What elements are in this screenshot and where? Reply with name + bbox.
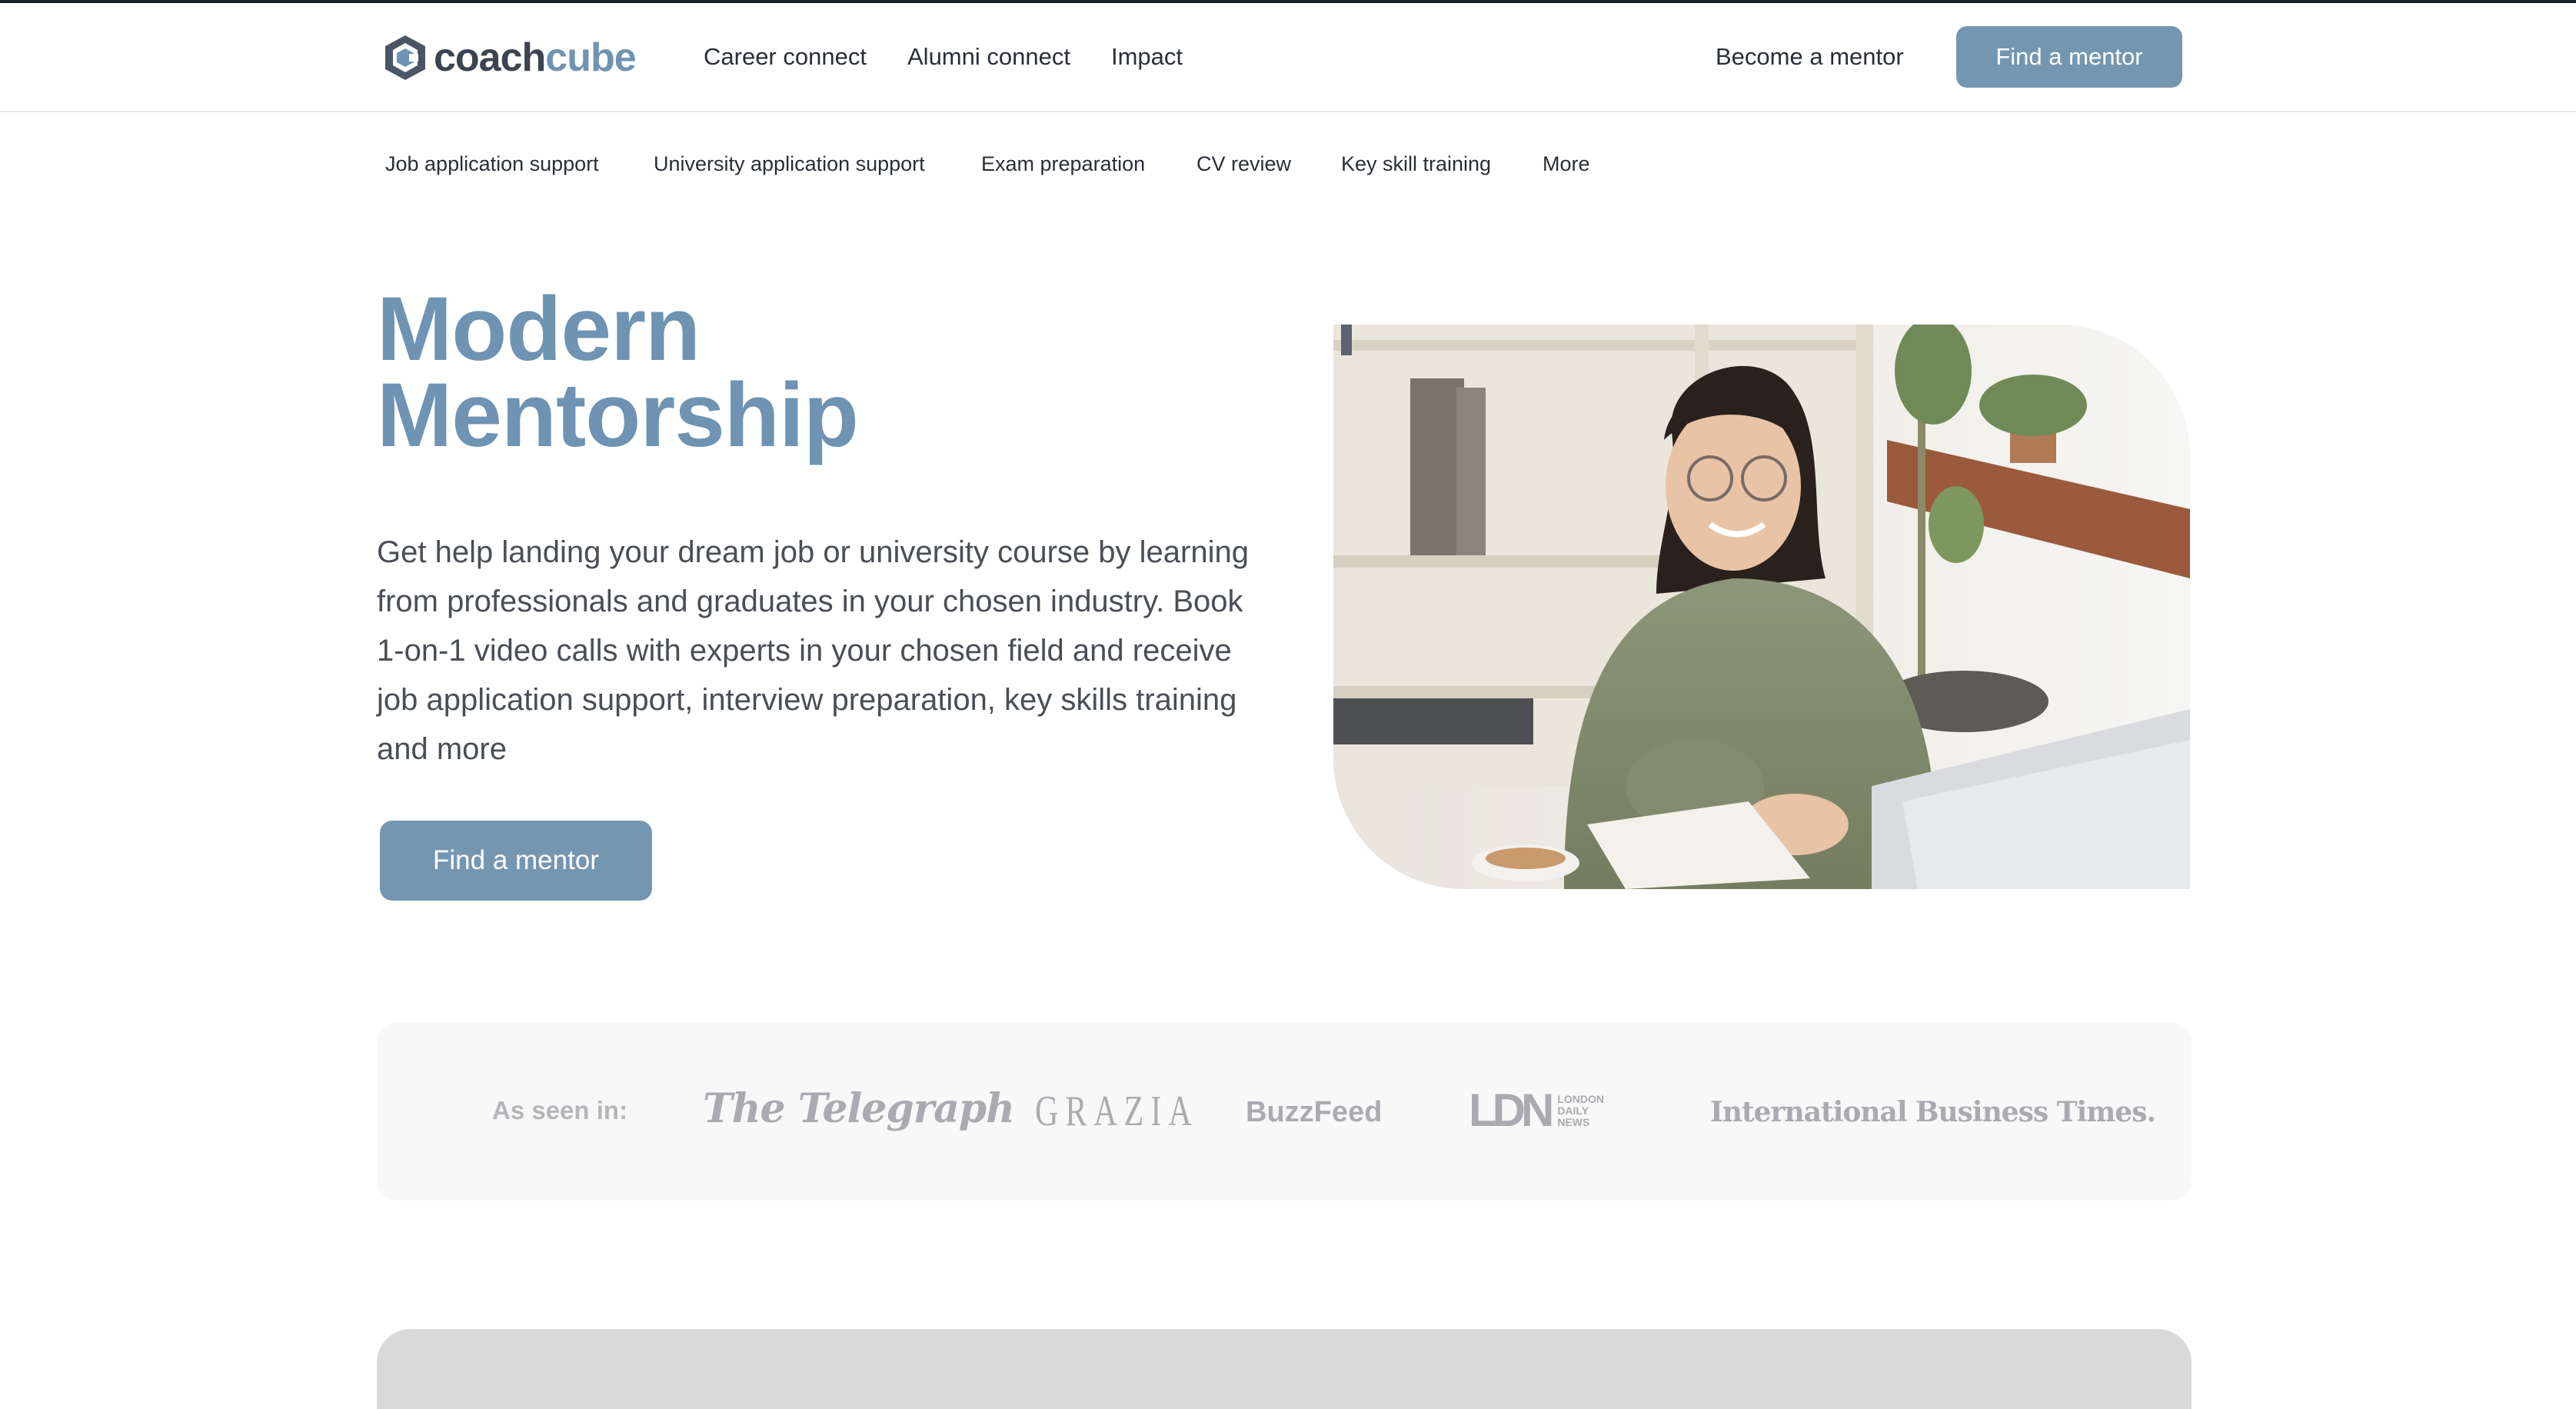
nav-career-connect[interactable]: Career connect <box>704 43 867 71</box>
subnav-more[interactable]: More <box>1543 152 1590 176</box>
ldn-sub-line1: LONDON <box>1557 1092 1604 1105</box>
subnav-cv-review[interactable]: CV review <box>1196 152 1291 176</box>
buzzfeed-logo: BuzzFeed <box>1246 1096 1383 1128</box>
hero-photo <box>1333 325 2190 889</box>
hero-title: Modern Mentorship <box>377 278 859 466</box>
find-mentor-hero-button[interactable]: Find a mentor <box>380 821 652 901</box>
ibt-logo: International Business Times. <box>1710 1096 2156 1128</box>
ldn-logo: LDN LONDON DAILY NEWS <box>1469 1084 1604 1136</box>
find-mentor-header-button[interactable]: Find a mentor <box>1956 26 2182 88</box>
ldn-sub-line2: DAILY <box>1557 1104 1589 1117</box>
coachcube-logo[interactable]: coachcube <box>383 31 637 85</box>
ibt-logo-text: International Business Times <box>1710 1096 2147 1128</box>
become-mentor-link[interactable]: Become a mentor <box>1716 43 1904 71</box>
ibt-logo-dot: . <box>2146 1096 2156 1128</box>
logo-text-coach: coach <box>434 35 546 80</box>
subnav-key-skill-training[interactable]: Key skill training <box>1341 152 1491 176</box>
site-header: coachcube Career connect Alumni connect … <box>0 3 2576 112</box>
logo-text-cube: cube <box>545 35 636 80</box>
cube-logo-icon <box>385 35 425 80</box>
subnav-exam-preparation[interactable]: Exam preparation <box>981 152 1145 176</box>
student-with-laptop-photo-icon <box>1333 325 2190 889</box>
ldn-logo-subtext: LONDON DAILY NEWS <box>1557 1092 1604 1128</box>
hero-title-line1: Modern <box>377 278 701 380</box>
as-seen-in-banner: As seen in: The Telegraph GRAZIA BuzzFee… <box>377 1022 2192 1201</box>
logo-text: coachcube <box>434 35 637 80</box>
hero-description: Get help landing your dream job or unive… <box>377 535 1249 766</box>
ldn-sub-line3: NEWS <box>1557 1115 1590 1128</box>
page: coachcube Career connect Alumni connect … <box>0 0 2576 1409</box>
subnav-job-application-support[interactable]: Job application support <box>385 152 599 176</box>
grazia-logo: GRAZIA <box>1035 1088 1199 1135</box>
next-section-card <box>377 1329 2192 1409</box>
ldn-logo-mark: LDN <box>1469 1084 1554 1136</box>
telegraph-logo: The Telegraph <box>703 1085 1015 1132</box>
nav-alumni-connect[interactable]: Alumni connect <box>907 43 1070 71</box>
hero-title-line2: Mentorship <box>377 365 859 466</box>
as-seen-in-label: As seen in: <box>492 1096 628 1124</box>
nav-impact[interactable]: Impact <box>1111 43 1183 71</box>
subnav-university-application-support[interactable]: University application support <box>654 152 925 176</box>
